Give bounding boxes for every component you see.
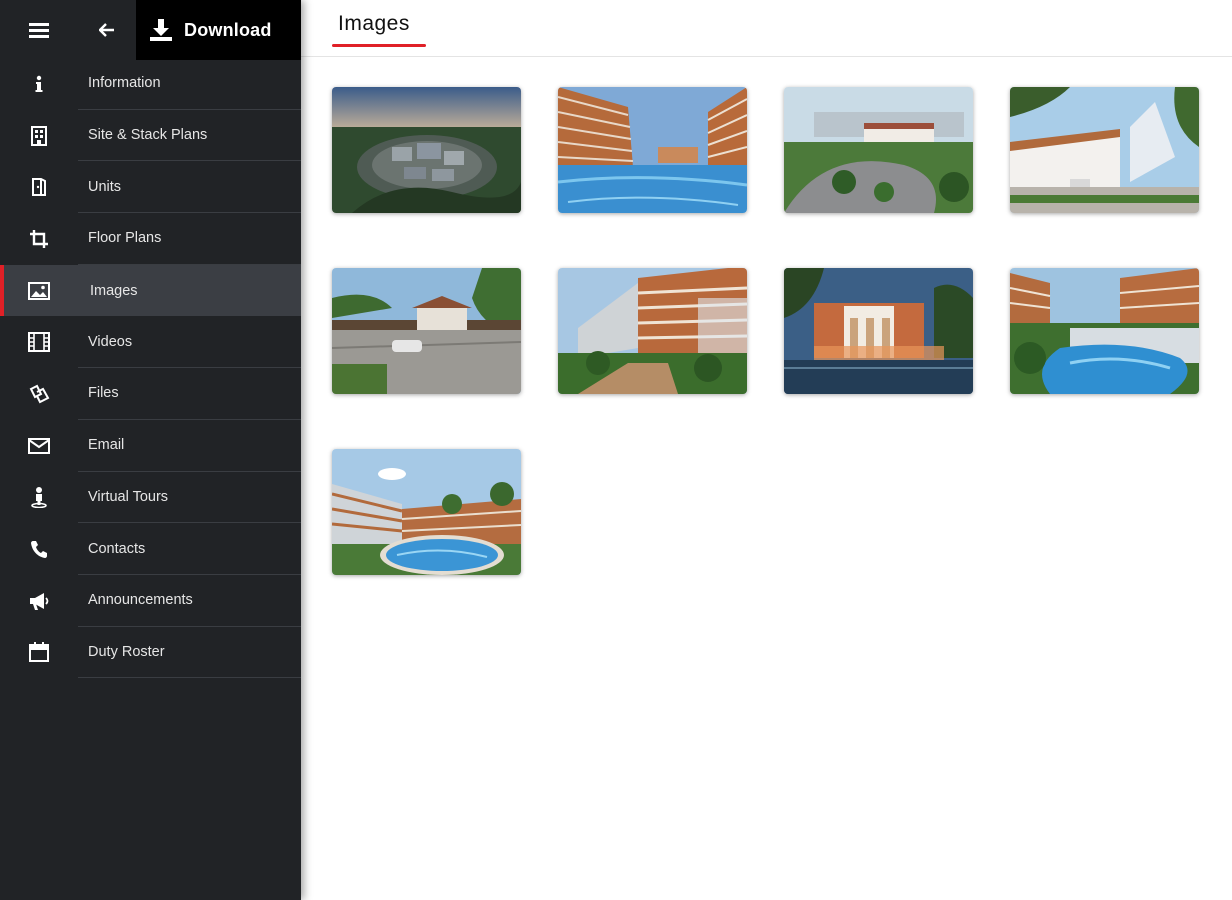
sidebar-item-images[interactable]: Images (0, 264, 301, 317)
sidebar-item-label: Virtual Tours (78, 472, 301, 524)
phone-icon (31, 541, 47, 559)
sidebar-item-label: Contacts (78, 523, 301, 575)
gallery-thumbnail[interactable] (332, 87, 521, 213)
sidebar-item-label: Duty Roster (78, 627, 301, 679)
person-pin-icon (31, 487, 47, 509)
sidebar: Download Information Site & Stack Plans … (0, 0, 301, 900)
sidebar-item-announcements[interactable]: Announcements (0, 575, 301, 627)
download-label: Download (184, 19, 272, 40)
sidebar-item-contacts[interactable]: Contacts (0, 523, 301, 575)
sidebar-item-virtual-tours[interactable]: Virtual Tours (0, 472, 301, 524)
hamburger-menu-icon (29, 23, 49, 38)
calendar-icon (29, 642, 49, 663)
download-button[interactable]: Download (136, 0, 301, 60)
sidebar-nav: Information Site & Stack Plans Units Flo… (0, 58, 301, 679)
back-arrow-icon (99, 23, 114, 37)
sidebar-item-units[interactable]: Units (0, 161, 301, 214)
sidebar-item-videos[interactable]: Videos (0, 316, 301, 369)
gallery-thumbnail[interactable] (784, 87, 973, 213)
sidebar-item-label: Email (78, 420, 301, 472)
tab-active-indicator (332, 44, 426, 47)
sidebar-toolbar: Download (0, 0, 301, 60)
film-icon (28, 332, 50, 353)
crop-icon (30, 229, 48, 248)
sidebar-item-label: Videos (78, 316, 301, 369)
sidebar-item-label: Announcements (78, 575, 301, 627)
sidebar-item-label: Site & Stack Plans (78, 110, 301, 162)
download-icon (150, 19, 172, 41)
sidebar-item-information[interactable]: Information (0, 58, 301, 110)
sidebar-item-duty-roster[interactable]: Duty Roster (0, 627, 301, 679)
gallery-thumbnail[interactable] (1010, 87, 1199, 213)
back-button[interactable] (78, 0, 136, 60)
sidebar-item-floor-plans[interactable]: Floor Plans (0, 213, 301, 265)
sidebar-item-label: Units (78, 161, 301, 214)
building-icon (31, 125, 47, 146)
sidebar-item-files[interactable]: Files (0, 368, 301, 420)
gallery-thumbnail[interactable] (558, 268, 747, 394)
megaphone-icon (30, 592, 49, 610)
gallery-thumbnail[interactable] (332, 268, 521, 394)
sidebar-item-label: Floor Plans (78, 213, 301, 265)
files-icon (29, 384, 50, 404)
gallery-thumbnail[interactable] (332, 449, 521, 575)
page-title: Images (338, 12, 410, 35)
envelope-icon (28, 437, 50, 454)
image-icon (28, 281, 50, 300)
door-icon (32, 178, 46, 197)
gallery-thumbnail[interactable] (558, 87, 747, 213)
sidebar-item-site-stack-plans[interactable]: Site & Stack Plans (0, 110, 301, 162)
menu-button[interactable] (0, 0, 78, 60)
sidebar-item-label: Files (78, 368, 301, 420)
gallery-thumbnail[interactable] (1010, 268, 1199, 394)
sidebar-item-label: Images (90, 282, 138, 299)
sidebar-item-label: Information (78, 58, 301, 110)
info-icon (35, 75, 43, 92)
page-header: Images (301, 0, 1232, 57)
sidebar-item-email[interactable]: Email (0, 420, 301, 472)
main-content: Images (301, 0, 1232, 900)
gallery-thumbnail[interactable] (784, 268, 973, 394)
